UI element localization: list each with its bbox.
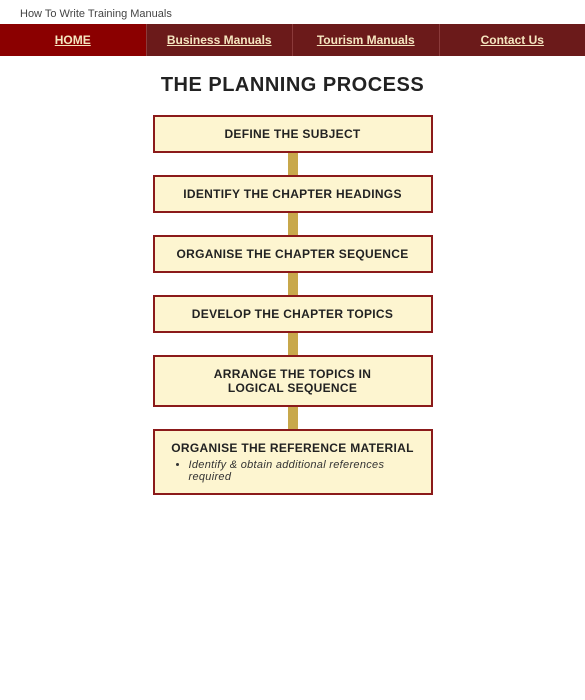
flowchart: DEFINE THE SUBJECT IDENTIFY THE CHAPTER …: [20, 115, 565, 495]
nav-contact-us[interactable]: Contact Us: [440, 24, 585, 56]
top-bar: How To Write Training Manuals: [0, 0, 585, 24]
site-title: How To Write Training Manuals: [20, 8, 172, 20]
connector-3: [288, 273, 298, 295]
connector-2: [288, 213, 298, 235]
nav-home[interactable]: HOME: [0, 24, 147, 56]
nav-business-manuals[interactable]: Business Manuals: [147, 24, 294, 56]
flowchart-box-3: ORGANISE THE CHAPTER SEQUENCE: [153, 235, 433, 273]
nav-tourism-manuals[interactable]: Tourism Manuals: [293, 24, 440, 56]
connector-4: [288, 333, 298, 355]
nav-bar: HOME Business Manuals Tourism Manuals Co…: [0, 24, 585, 56]
page-wrapper: How To Write Training Manuals HOME Busin…: [0, 0, 585, 700]
main-content: THE PLANNING PROCESS DEFINE THE SUBJECT …: [0, 56, 585, 700]
flowchart-box-2: IDENTIFY THE CHAPTER HEADINGS: [153, 175, 433, 213]
flowchart-box-6: ORGANISE THE REFERENCE MATERIAL Identify…: [153, 429, 433, 495]
connector-5: [288, 407, 298, 429]
page-title: THE PLANNING PROCESS: [161, 74, 424, 97]
flowchart-box-1: DEFINE THE SUBJECT: [153, 115, 433, 153]
flowchart-box-4: DEVELOP THE CHAPTER TOPICS: [153, 295, 433, 333]
flowchart-box-5: ARRANGE THE TOPICS INLOGICAL SEQUENCE: [153, 355, 433, 407]
connector-1: [288, 153, 298, 175]
